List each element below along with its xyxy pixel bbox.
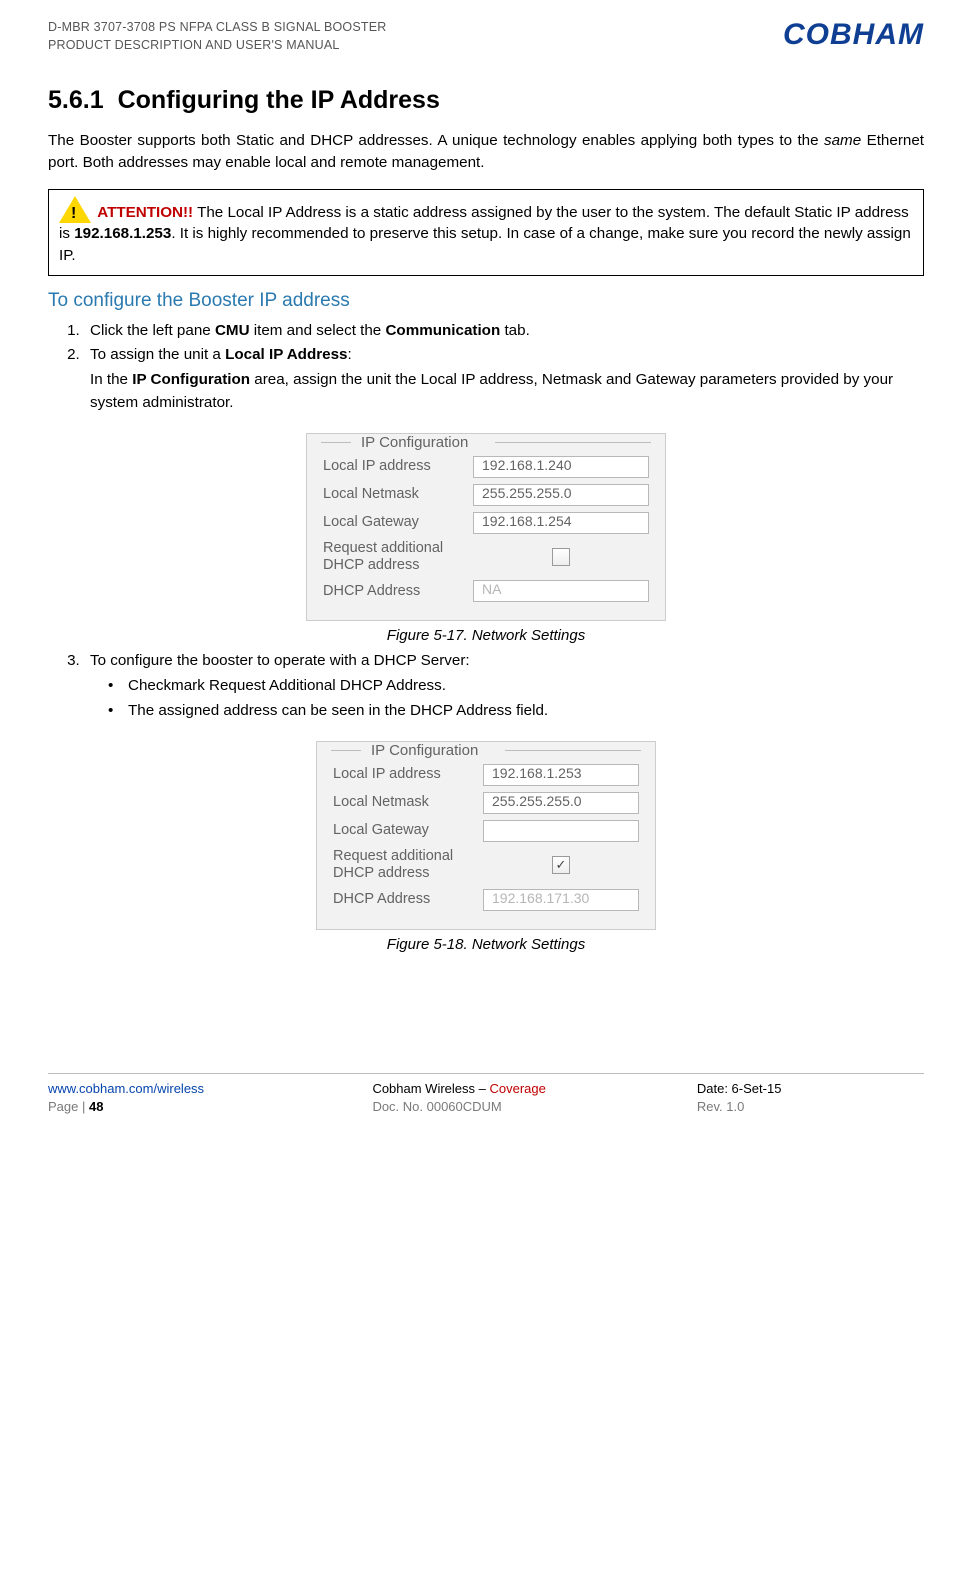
local-netmask-label-2: Local Netmask bbox=[333, 794, 483, 811]
local-netmask-field[interactable]: 255.255.255.0 bbox=[473, 484, 649, 506]
local-ip-field[interactable]: 192.168.1.240 bbox=[473, 456, 649, 478]
section-title-text: Configuring the IP Address bbox=[118, 86, 440, 114]
doc-header-line2: PRODUCT DESCRIPTION AND USER'S MANUAL bbox=[48, 36, 387, 54]
ip-config-panel-1: IP Configuration Local IP address 192.16… bbox=[306, 433, 666, 622]
figure-1: IP Configuration Local IP address 192.16… bbox=[48, 433, 924, 645]
bullet-1: Checkmark Request Additional DHCP Addres… bbox=[108, 675, 924, 698]
footer-brand: Cobham Wireless bbox=[372, 1081, 475, 1096]
local-ip-label-2: Local IP address bbox=[333, 766, 483, 783]
step-3: To configure the booster to operate with… bbox=[84, 650, 924, 673]
footer-url[interactable]: www.cobham.com/wireless bbox=[48, 1081, 204, 1096]
footer-rev: Rev. 1.0 bbox=[697, 1099, 924, 1114]
page-footer: www.cobham.com/wireless Cobham Wireless … bbox=[48, 1073, 924, 1114]
doc-header-line1: D-MBR 3707-3708 PS NFPA CLASS B SIGNAL B… bbox=[48, 18, 387, 36]
section-number: 5.6.1 bbox=[48, 86, 104, 115]
footer-page-number: 48 bbox=[89, 1099, 103, 1114]
doc-header: D-MBR 3707-3708 PS NFPA CLASS B SIGNAL B… bbox=[48, 18, 387, 54]
attention-label: ATTENTION!! bbox=[97, 204, 193, 221]
local-ip-field-2[interactable]: 192.168.1.253 bbox=[483, 764, 639, 786]
footer-page-label: Page | bbox=[48, 1099, 89, 1114]
dhcp-address-label-2: DHCP Address bbox=[333, 891, 483, 908]
procedure-list: Click the left pane CMU item and select … bbox=[48, 320, 924, 368]
figure-1-caption: Figure 5-17. Network Settings bbox=[48, 627, 924, 644]
request-dhcp-checkbox[interactable] bbox=[552, 548, 570, 566]
dhcp-address-field: NA bbox=[473, 580, 649, 602]
footer-doc-no: Doc. No. 00060CDUM bbox=[372, 1099, 696, 1114]
local-gateway-label: Local Gateway bbox=[323, 514, 473, 531]
dhcp-address-field-2: 192.168.171.30 bbox=[483, 889, 639, 911]
local-gateway-label-2: Local Gateway bbox=[333, 822, 483, 839]
step-2-detail: In the IP Configuration area, assign the… bbox=[90, 369, 924, 415]
request-dhcp-checkbox-2[interactable]: ✓ bbox=[552, 856, 570, 874]
ip-config-panel-2: IP Configuration Local IP address 192.16… bbox=[316, 741, 656, 930]
cobham-logo: COBHAM bbox=[783, 18, 924, 52]
footer-coverage: Coverage bbox=[490, 1081, 546, 1096]
local-ip-label: Local IP address bbox=[323, 458, 473, 475]
attention-callout: ATTENTION!! The Local IP Address is a st… bbox=[48, 189, 924, 276]
intro-paragraph: The Booster supports both Static and DHC… bbox=[48, 130, 924, 173]
ip-config-legend: IP Configuration bbox=[355, 434, 474, 451]
figure-2-caption: Figure 5-18. Network Settings bbox=[48, 936, 924, 953]
bullet-2: The assigned address can be seen in the … bbox=[108, 700, 924, 723]
procedure-list-cont: To configure the booster to operate with… bbox=[48, 650, 924, 673]
local-gateway-field[interactable]: 192.168.1.254 bbox=[473, 512, 649, 534]
step-3-bullets: Checkmark Request Additional DHCP Addres… bbox=[48, 675, 924, 723]
ip-config-legend-2: IP Configuration bbox=[365, 742, 484, 759]
dhcp-address-label: DHCP Address bbox=[323, 583, 473, 600]
request-dhcp-label-2: Request additional DHCP address bbox=[333, 848, 483, 883]
footer-date: Date: 6-Set-15 bbox=[697, 1081, 924, 1096]
step-2: To assign the unit a Local IP Address: bbox=[84, 344, 924, 367]
procedure-heading: To configure the Booster IP address bbox=[48, 290, 924, 312]
step-1: Click the left pane CMU item and select … bbox=[84, 320, 924, 343]
local-netmask-label: Local Netmask bbox=[323, 486, 473, 503]
warning-icon bbox=[59, 196, 91, 223]
section-heading: 5.6.1 Configuring the IP Address bbox=[48, 86, 924, 115]
local-netmask-field-2[interactable]: 255.255.255.0 bbox=[483, 792, 639, 814]
figure-2: IP Configuration Local IP address 192.16… bbox=[48, 741, 924, 953]
request-dhcp-label: Request additional DHCP address bbox=[323, 540, 473, 575]
local-gateway-field-2[interactable] bbox=[483, 820, 639, 842]
